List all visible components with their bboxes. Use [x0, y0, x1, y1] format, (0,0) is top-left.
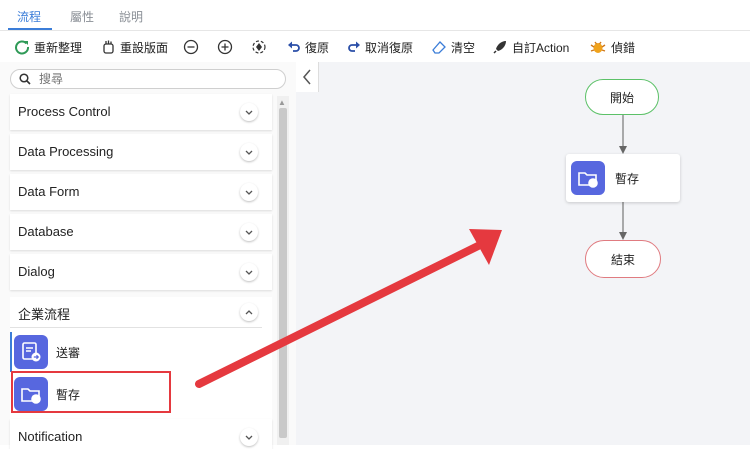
flow-connectors [195, 115, 627, 388]
flow-node-temp-save[interactable]: 暫存 [566, 154, 680, 202]
node-label: 暫存 [615, 171, 640, 186]
node-label: 結束 [610, 252, 635, 267]
flow-node-start[interactable]: 開始 [585, 79, 659, 115]
arrowhead-icon [619, 146, 627, 154]
arrowhead-icon [619, 232, 627, 240]
temp-save-icon [571, 161, 605, 195]
flow-node-end[interactable]: 結束 [585, 240, 661, 278]
annotation-arrow [195, 242, 482, 388]
node-label: 開始 [609, 90, 634, 105]
